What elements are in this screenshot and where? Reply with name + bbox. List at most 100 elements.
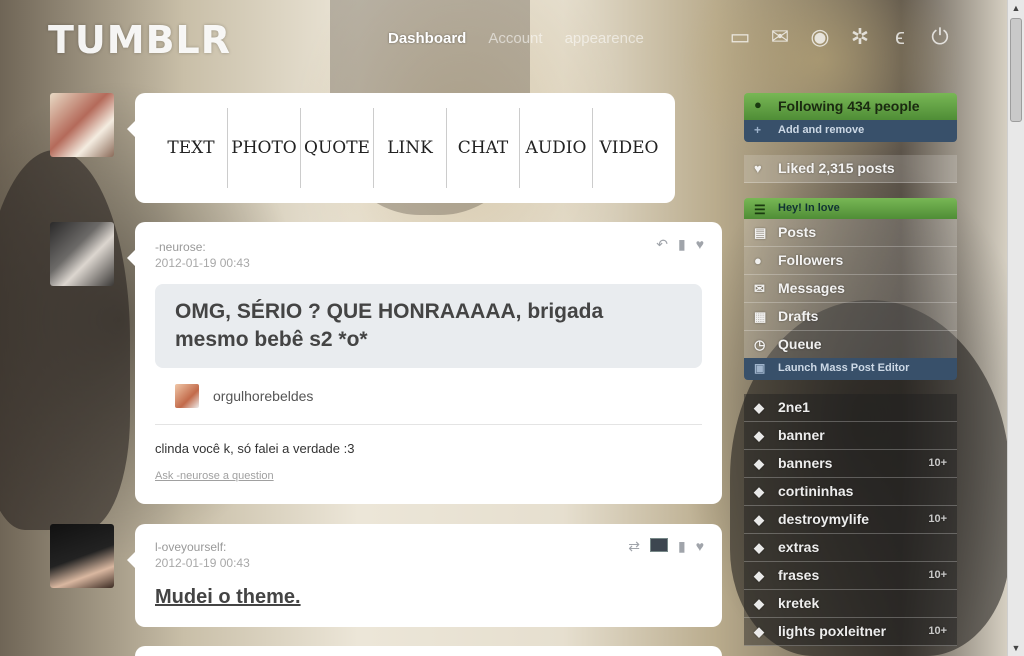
ask-question-link[interactable]: Ask -neurose a question — [155, 470, 702, 482]
liked-posts-link[interactable]: ♥ Liked 2,315 posts — [744, 155, 957, 183]
dashboard-post — [135, 646, 722, 656]
asker-name[interactable]: orgulhorebeldes — [213, 388, 313, 404]
editor-icon: ▣ — [754, 361, 766, 375]
mass-post-editor-link[interactable]: ▣ Launch Mass Post Editor — [744, 358, 957, 380]
sidebar-item-messages[interactable]: ✉ Messages — [744, 275, 957, 303]
tag-item[interactable]: ◆ extras — [744, 534, 957, 562]
post-type-video[interactable]: VIDEO — [593, 108, 665, 188]
reblog-icon[interactable]: ⇄ — [628, 538, 640, 555]
tumblr-logo[interactable]: TUMBLR — [48, 18, 231, 62]
following-button[interactable]: ● Following 434 people — [744, 93, 957, 120]
sidebar-item-label: Followers — [778, 252, 844, 268]
header-icons: ▭ ✉ ◉ ✲ ϵ ⏻ — [728, 24, 952, 50]
nav-account[interactable]: Account — [488, 30, 542, 47]
scroll-down-arrow-icon[interactable]: ▼ — [1008, 640, 1024, 656]
sidebar-item-drafts[interactable]: ▦ Drafts — [744, 303, 957, 331]
tag-item[interactable]: ◆ lights poxleitner 10+ — [744, 618, 957, 646]
dashboard-post: ↶ ▮ ♥ -neurose: 2012-01-19 00:43 OMG, SÉ… — [127, 222, 722, 504]
followers-icon: ● — [754, 253, 762, 268]
tag-icon: ◆ — [754, 568, 764, 583]
sidebar-item-label: Posts — [778, 224, 817, 240]
nav-appearance[interactable]: appearence — [565, 30, 644, 47]
mail-icon[interactable]: ✉ — [768, 24, 792, 50]
power-icon[interactable]: ⏻ — [928, 24, 952, 50]
photo-icon[interactable] — [649, 538, 668, 552]
tag-name: banner — [778, 427, 825, 443]
post-type-link[interactable]: LINK — [374, 108, 447, 188]
add-remove-label: Add and remove — [778, 124, 865, 136]
tag-icon: ◆ — [754, 428, 764, 443]
heart-icon[interactable]: ♥ — [696, 538, 704, 555]
avatar[interactable] — [50, 524, 114, 588]
tag-count: 10+ — [928, 513, 947, 525]
sidebar-item-followers[interactable]: ● Followers — [744, 247, 957, 275]
tag-count: 10+ — [928, 569, 947, 581]
reply-icon[interactable]: ↶ — [656, 236, 668, 253]
tag-item[interactable]: ◆ banner — [744, 422, 957, 450]
search-icon[interactable]: ◉ — [808, 24, 832, 50]
add-remove-link[interactable]: + Add and remove — [744, 120, 957, 142]
post-type-audio[interactable]: AUDIO — [520, 108, 593, 188]
blog-name: Hey! In love — [778, 202, 840, 214]
list-icon: ☰ — [754, 202, 766, 217]
launch-label: Launch Mass Post Editor — [778, 362, 910, 374]
tag-icon: ◆ — [754, 540, 764, 555]
envelope-icon: ✉ — [754, 281, 765, 296]
scrollbar-thumb[interactable] — [1010, 18, 1022, 122]
vertical-scrollbar[interactable]: ▲ ▼ — [1007, 0, 1024, 656]
clock-icon: ◷ — [754, 337, 766, 352]
post-author[interactable]: l-oveyourself: — [155, 540, 702, 554]
tag-item[interactable]: ◆ cortininhas — [744, 478, 957, 506]
tag-item[interactable]: ◆ kretek — [744, 590, 957, 618]
tag-icon: ◆ — [754, 484, 764, 499]
sidebar-item-queue[interactable]: ◷ Queue — [744, 331, 957, 359]
avatar[interactable] — [50, 93, 114, 157]
tag-name: banners — [778, 455, 833, 471]
tag-name: lights poxleitner — [778, 623, 887, 639]
dashboard-post: ⇄ ▮ ♥ l-oveyourself: 2012-01-19 00:43 Mu… — [127, 524, 722, 627]
tag-name: cortininhas — [778, 483, 854, 499]
following-label: Following 434 people — [778, 98, 920, 114]
top-nav: Dashboard Account appearence — [388, 30, 644, 47]
post-date: 2012-01-19 00:43 — [155, 556, 250, 570]
heart-icon[interactable]: ♥ — [696, 236, 704, 253]
sidebar-item-posts[interactable]: ▤ Posts — [744, 219, 957, 247]
post-author[interactable]: -neurose: — [155, 240, 702, 254]
tag-icon: ◆ — [754, 512, 764, 527]
sidebar-item-label: Drafts — [778, 308, 819, 324]
bookmark-icon[interactable]: ▮ — [678, 236, 686, 253]
tag-name: extras — [778, 539, 820, 555]
asker-row: orgulhorebeldes — [155, 384, 702, 425]
avatar[interactable] — [50, 222, 114, 286]
asker-avatar[interactable] — [175, 384, 199, 408]
nav-dashboard[interactable]: Dashboard — [388, 30, 466, 47]
blog-name-header[interactable]: ☰ Hey! In love — [744, 198, 957, 219]
tag-icon: ◆ — [754, 596, 764, 611]
post-title[interactable]: Mudei o theme. — [155, 586, 702, 609]
tumblr-t-icon[interactable]: ϵ — [888, 24, 912, 50]
person-icon: ● — [754, 97, 762, 112]
tag-icon: ◆ — [754, 400, 764, 415]
post-type-photo[interactable]: PHOTO — [228, 108, 301, 188]
draft-icon: ▦ — [754, 309, 767, 324]
post-type-menu: TEXT PHOTO QUOTE LINK CHAT AUDIO VIDEO — [127, 93, 675, 203]
tag-name: kretek — [778, 595, 820, 611]
post-type-chat[interactable]: CHAT — [447, 108, 520, 188]
inbox-icon[interactable]: ▭ — [728, 24, 752, 50]
answer-text: clinda você k, só falei a verdade :3 — [155, 441, 355, 456]
scroll-up-arrow-icon[interactable]: ▲ — [1008, 0, 1024, 16]
liked-label: Liked 2,315 posts — [778, 160, 895, 176]
tag-icon: ◆ — [754, 624, 764, 639]
post-controls: ↶ ▮ ♥ — [656, 236, 704, 253]
tag-item[interactable]: ◆ frases 10+ — [744, 562, 957, 590]
gear-icon[interactable]: ✲ — [848, 24, 872, 50]
tag-item[interactable]: ◆ banners 10+ — [744, 450, 957, 478]
tag-item[interactable]: ◆ destroymylife 10+ — [744, 506, 957, 534]
tag-item[interactable]: ◆ 2ne1 — [744, 394, 957, 422]
post-date: 2012-01-19 00:43 — [155, 256, 250, 270]
post-controls: ⇄ ▮ ♥ — [628, 538, 704, 555]
post-type-quote[interactable]: QUOTE — [301, 108, 374, 188]
post-type-text[interactable]: TEXT — [155, 108, 228, 188]
bookmark-icon[interactable]: ▮ — [678, 538, 686, 555]
tag-name: frases — [778, 567, 820, 583]
